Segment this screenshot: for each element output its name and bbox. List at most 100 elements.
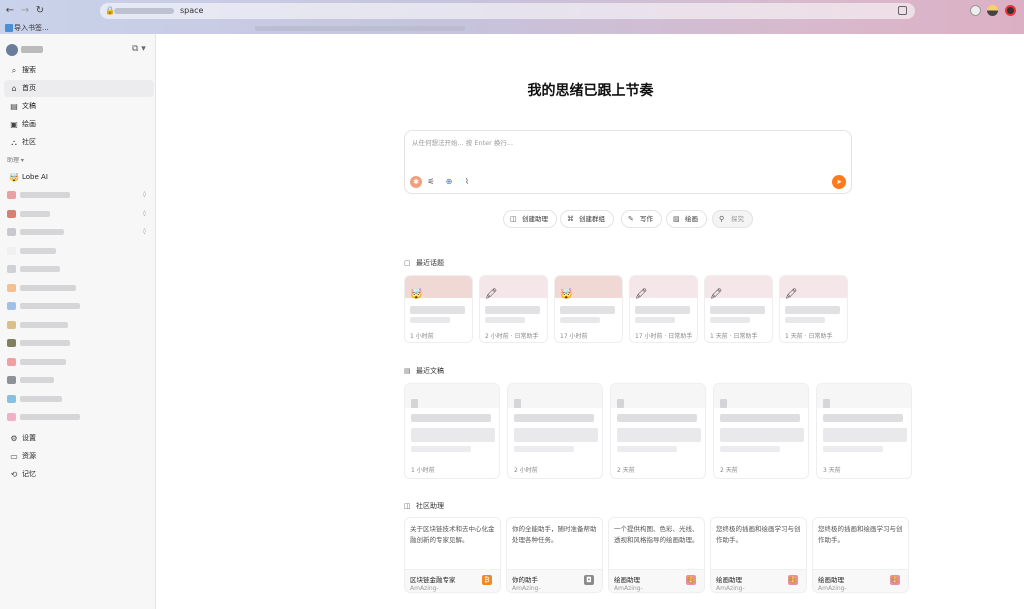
- extension-icon[interactable]: [970, 5, 981, 16]
- recent-topics-title: 最近话题: [416, 259, 444, 267]
- assistant-item-redacted[interactable]: [4, 298, 154, 314]
- back-icon[interactable]: ←: [3, 4, 17, 18]
- sidebar-item-home[interactable]: ⌂ 首页: [4, 80, 154, 97]
- doc-preview-redacted: [720, 428, 804, 442]
- action-paint-button[interactable]: ▨ 绘画: [666, 210, 707, 228]
- topic-card[interactable]: 🤯 1 小时前: [404, 275, 473, 343]
- topic-timestamp: 1 小时前: [410, 333, 434, 340]
- doc-timestamp: 3 天前: [823, 467, 841, 474]
- assistant-item-redacted[interactable]: [4, 354, 154, 370]
- topic-preview-redacted: [785, 317, 825, 323]
- write-icon: ✎: [628, 215, 634, 223]
- forward-icon[interactable]: →: [18, 4, 32, 18]
- sidebar-item-search[interactable]: ⌕ 搜索: [4, 62, 154, 79]
- reader-mode-icon[interactable]: [898, 6, 907, 15]
- address-bar[interactable]: 🔒 space: [100, 3, 915, 19]
- assistant-description: 您终极的插画和绘画学习与创作助手。: [818, 525, 903, 544]
- assistant-avatar: [7, 339, 16, 347]
- sidebar-item-document[interactable]: ▤ 文稿: [4, 98, 154, 115]
- attachment-icon[interactable]: ⌇: [461, 176, 473, 188]
- assistant-item-redacted[interactable]: [4, 335, 154, 351]
- assistant-avatar: [7, 302, 16, 310]
- document-icon: [617, 399, 624, 408]
- new-chat-icon[interactable]: ⧉ ▾: [132, 44, 146, 54]
- community-assistant-card[interactable]: 关于区块链技术和去中心化金融创新的专家见解。 区块链金融专家 AmAzing- ₿: [404, 517, 501, 593]
- pin-icon: ◊: [143, 209, 146, 217]
- sidebar: ⧉ ▾ ⌕ 搜索 ⌂ 首页 ▤ 文稿 ▣ 绘画 ⛬ 社区 助理 ▾ 🤯 Lobe AI ◊ ◊ ◊ ⚙…: [0, 34, 156, 609]
- assistant-name-redacted: [20, 358, 66, 365]
- sidebar-item-resource[interactable]: ▭ 资源: [4, 448, 154, 465]
- assistant-avatar-icon: 🖍: [710, 289, 723, 300]
- bookmark-import[interactable]: 导入书签...: [14, 22, 49, 34]
- sidebar-item-label: 首页: [22, 84, 36, 92]
- assistant-name-redacted: [20, 247, 56, 254]
- doc-card[interactable]: 2 天前: [713, 383, 809, 479]
- send-button[interactable]: ➤: [832, 175, 846, 189]
- doc-card[interactable]: 3 天前: [816, 383, 912, 479]
- doc-timestamp: 2 小时前: [514, 467, 538, 474]
- topic-card[interactable]: 🖍 1 天前 · 日常助手: [779, 275, 848, 343]
- assistant-avatar-icon: 🤯: [560, 289, 573, 300]
- doc-title-redacted: [617, 414, 697, 422]
- topic-title-redacted: [485, 306, 540, 314]
- document-icon: ▤: [10, 102, 18, 111]
- topic-title-redacted: [410, 306, 465, 314]
- assistant-item-redacted[interactable]: [4, 280, 154, 296]
- doc-card[interactable]: 1 小时前: [404, 383, 500, 479]
- extension-icon[interactable]: [987, 5, 998, 16]
- sidebar-item-community[interactable]: ⛬ 社区: [4, 134, 154, 151]
- assistant-item-redacted[interactable]: [4, 243, 154, 259]
- sidebar-item-gear[interactable]: ⚙ 设置: [4, 430, 154, 447]
- action-robot-button[interactable]: ◫ 创建助理: [503, 210, 557, 228]
- sidebar-item-image[interactable]: ▣ 绘画: [4, 116, 154, 133]
- assistant-item-redacted[interactable]: ◊: [4, 187, 154, 203]
- topic-card[interactable]: 🖍 2 小时前 · 日常助手: [479, 275, 548, 343]
- recent-docs-header: ▤ 最近文稿: [404, 366, 444, 376]
- topic-card[interactable]: 🤯 17 小时前: [554, 275, 623, 343]
- username-redacted[interactable]: [21, 46, 43, 53]
- model-select-icon[interactable]: ✱: [410, 176, 422, 188]
- assistant-avatar: [7, 191, 16, 199]
- doc-card[interactable]: 2 天前: [610, 383, 706, 479]
- topic-card[interactable]: 🖍 1 天前 · 日常助手: [704, 275, 773, 343]
- doc-card[interactable]: 2 小时前: [507, 383, 603, 479]
- community-assistant-card[interactable]: 您终极的插画和绘画学习与创作助手。 绘画助理 AmAzing- 🎨: [812, 517, 909, 593]
- assistant-name: 区块链金融专家: [410, 576, 456, 584]
- sidebar-header: ⧉ ▾: [6, 42, 152, 58]
- assistant-item-redacted[interactable]: ◊: [4, 224, 154, 240]
- topic-timestamp: 17 小时前: [560, 333, 588, 340]
- assistant-item-redacted[interactable]: [4, 409, 154, 425]
- sidebar-item-memory[interactable]: ⟲ 记忆: [4, 466, 154, 483]
- assistant-name-redacted: [20, 303, 80, 309]
- community-assistant-card[interactable]: 一个提供构图、色彩、光线、透视和风格指导的绘画助理。 绘画助理 AmAzing- 🎨: [608, 517, 705, 593]
- notification-icon[interactable]: [1005, 5, 1016, 16]
- assistant-name: 绘画助理: [614, 576, 640, 584]
- sidebar-item-lobe-ai[interactable]: 🤯 Lobe AI: [4, 169, 154, 186]
- action-write-button[interactable]: ✎ 写作: [621, 210, 662, 228]
- section-label-assistants[interactable]: 助理 ▾: [7, 155, 24, 164]
- assistant-item-redacted[interactable]: [4, 317, 154, 333]
- memory-icon: ⟲: [10, 470, 18, 479]
- assistant-avatar-icon: 🖍: [485, 289, 498, 300]
- assistant-item-redacted[interactable]: [4, 261, 154, 277]
- sidebar-item-label: 社区: [22, 138, 36, 146]
- topic-card[interactable]: 🖍 17 小时前 · 日常助手: [629, 275, 698, 343]
- browser-chrome: ← → ↻ 🔒 space 导入书签...: [0, 0, 1024, 34]
- assistant-item-redacted[interactable]: [4, 372, 154, 388]
- settings-sliders-icon[interactable]: ⚟: [425, 176, 437, 188]
- avatar[interactable]: [6, 44, 18, 56]
- action-group-button[interactable]: ⌘ 创建群组: [560, 210, 614, 228]
- page-title: 我的思绪已跟上节奏: [527, 83, 654, 99]
- main-content: 我的思绪已跟上节奏 从任何想法开始... 按 Enter 换行... ✱ ⚟ ⊕…: [157, 34, 1024, 609]
- chat-input-placeholder[interactable]: 从任何想法开始... 按 Enter 换行...: [412, 137, 513, 147]
- assistant-item-redacted[interactable]: [4, 391, 154, 407]
- chat-input-box[interactable]: 从任何想法开始... 按 Enter 换行... ✱ ⚟ ⊕ ⌇ ➤: [404, 130, 852, 194]
- assistant-author: AmAzing-: [410, 585, 439, 592]
- assistant-item-redacted[interactable]: ◊: [4, 206, 154, 222]
- action-research-button[interactable]: ⚲ 探究: [712, 210, 753, 228]
- community-assistant-card[interactable]: 您终极的插画和绘画学习与创作助手。 绘画助理 AmAzing- 🎨: [710, 517, 807, 593]
- reload-icon[interactable]: ↻: [33, 4, 47, 18]
- doc-card-header: [817, 384, 911, 408]
- community-assistant-card[interactable]: 你的全能助手，随时准备帮助处理各种任务。 你的助手 AmAzing- ◘: [506, 517, 603, 593]
- web-search-icon[interactable]: ⊕: [443, 176, 455, 188]
